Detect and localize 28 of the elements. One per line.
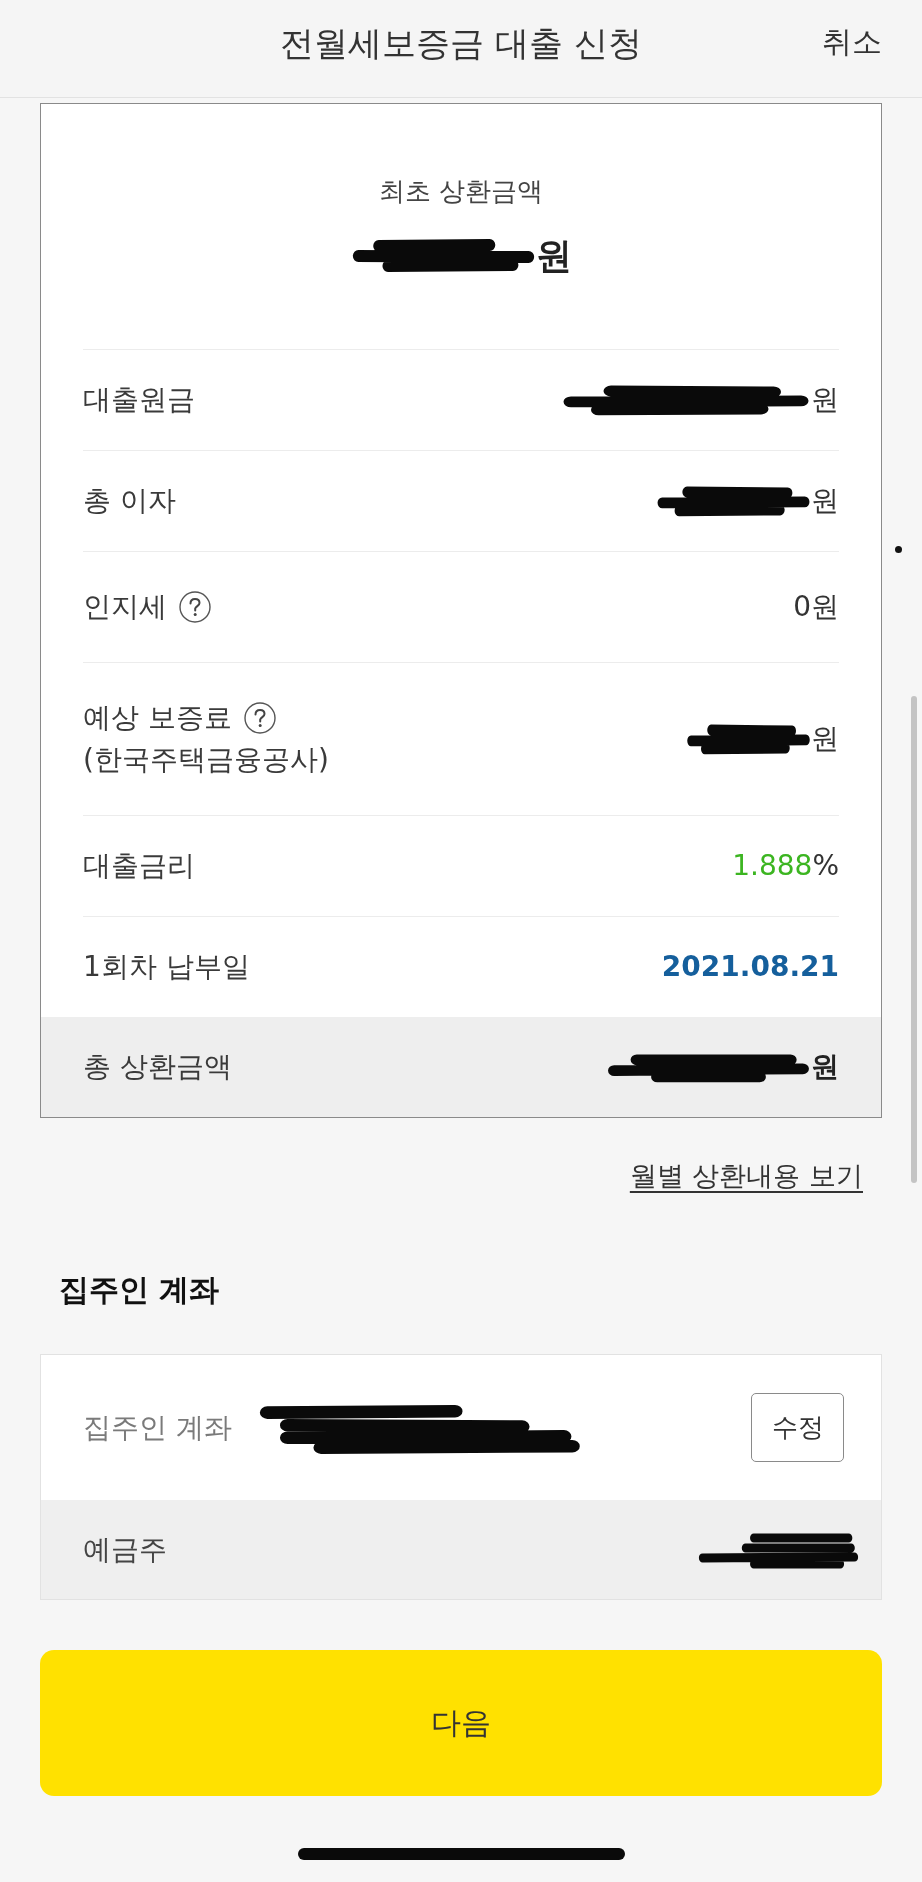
monthly-schedule-link[interactable]: 월별 상환내용 보기 bbox=[629, 1158, 863, 1194]
cancel-button[interactable]: 취소 bbox=[822, 22, 882, 63]
header-title: 전월세보증금 대출 신청 bbox=[280, 21, 642, 65]
account-label: 집주인 계좌 bbox=[83, 1409, 232, 1446]
detail-value: 원 bbox=[811, 483, 839, 519]
detail-label: 예상 보증료 bbox=[83, 700, 232, 736]
next-button[interactable]: 다음 bbox=[40, 1650, 882, 1796]
holder-label: 예금주 bbox=[83, 1531, 167, 1568]
help-icon[interactable] bbox=[179, 591, 211, 623]
total-value: 원 bbox=[811, 1049, 839, 1085]
detail-value: 원 bbox=[811, 382, 839, 418]
detail-value: 2021.08.21 bbox=[661, 949, 839, 985]
summary-amount: 원 bbox=[535, 234, 572, 278]
help-icon[interactable] bbox=[243, 702, 276, 734]
detail-sublabel: (한국주택금융공사) bbox=[83, 742, 329, 778]
detail-label: 대출금리 bbox=[83, 848, 195, 884]
dot-icon bbox=[895, 546, 902, 553]
detail-value: 1.888% bbox=[732, 848, 839, 884]
detail-label: 총 이자 bbox=[83, 483, 176, 519]
total-label: 총 상환금액 bbox=[83, 1049, 232, 1085]
section-heading: 집주인 계좌 bbox=[59, 1271, 220, 1309]
detail-value: 0원 bbox=[793, 589, 839, 625]
detail-label: 1회차 납부일 bbox=[83, 949, 250, 985]
detail-label: 대출원금 bbox=[83, 382, 195, 418]
summary-label: 최초 상환금액 bbox=[378, 175, 544, 208]
detail-value: 원 bbox=[811, 721, 839, 757]
edit-button[interactable]: 수정 bbox=[751, 1393, 844, 1462]
detail-label: 인지세 bbox=[83, 589, 167, 625]
